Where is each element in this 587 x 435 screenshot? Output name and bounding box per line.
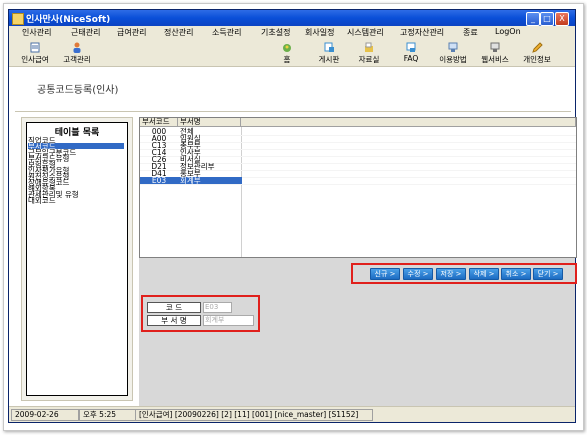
cancel-button[interactable]: 취소 > [501, 268, 531, 280]
toolbar-faq-button[interactable]: FAQ [387, 41, 435, 65]
toolbar-label: 이용방법 [439, 55, 467, 64]
column-header-code[interactable]: 부서코드 [140, 118, 178, 127]
toolbar-customer-button[interactable]: 고객관리 [53, 41, 101, 65]
maximize-button[interactable]: □ [540, 12, 554, 26]
table-row-selected[interactable]: E03 회계부 [140, 177, 576, 185]
toolbar-label: 자료실 [358, 55, 380, 64]
board-icon [324, 42, 334, 52]
menu-hr[interactable]: 인사관리 [22, 27, 51, 38]
window-title: 인사만사(NiceSoft) [26, 15, 111, 25]
status-info: [인사급여] [20090226] [2] [11] [001] [nice_m… [135, 409, 373, 421]
menu-exit[interactable]: 종료 [463, 27, 478, 38]
table-list[interactable]: 테이블 목록 직업코드 부서코드 근무일구분코드 부서코드유형 보험유형 인사평… [26, 122, 128, 396]
list-item[interactable]: 대외코드 [28, 197, 124, 205]
menu-basic-settings[interactable]: 기초설정 [261, 27, 290, 38]
menu-payroll[interactable]: 급여관리 [117, 27, 146, 38]
menu-bar: 인사관리 근태관리 급여관리 정산관리 소득관리 기초설정 회사일정 시스템관리… [9, 26, 575, 39]
pencil-icon [532, 42, 543, 53]
name-label: 부 서 명 [147, 315, 201, 326]
help-icon [448, 42, 458, 52]
toolbar-label: 개인정보 [523, 55, 551, 64]
code-grid[interactable]: 부서코드 부서명 000 전체 A00 임원실 C13 총무부 C14 인사부 C26 비… [139, 117, 577, 258]
cell-name: 회계부 [178, 177, 242, 184]
table-list-panel: 테이블 목록 직업코드 부서코드 근무일구분코드 부서코드유형 보험유형 인사평… [21, 117, 133, 401]
page-title: 공통코드등록(인사) [37, 85, 119, 96]
menu-income[interactable]: 소득관리 [212, 27, 241, 38]
column-header-name[interactable]: 부서명 [178, 118, 241, 127]
title-divider [15, 111, 571, 112]
status-time: 오후 5:25 [79, 409, 137, 421]
delete-button[interactable]: 삭제 > [469, 268, 499, 280]
folder-icon [365, 42, 373, 52]
new-button[interactable]: 신규 > [370, 268, 400, 280]
edit-button[interactable]: 수정 > [403, 268, 433, 280]
close-form-button[interactable]: 닫기 > [533, 268, 563, 280]
edit-form: 코 드 E03 부 서 명 회계부 [141, 295, 260, 332]
menu-schedule[interactable]: 회사일정 [305, 27, 334, 38]
toolbar: 인사급여 고객관리 홈 게시판 자료실 FAQ 이용방법 웹서비스 개인정보 [9, 40, 575, 67]
menu-settlement[interactable]: 정산관리 [164, 27, 193, 38]
menu-fixed-assets[interactable]: 고정자산관리 [400, 27, 444, 38]
menu-system[interactable]: 시스템관리 [347, 27, 384, 38]
status-date: 2009-02-26 [11, 409, 79, 421]
toolbar-label: 고객관리 [63, 55, 91, 64]
faq-icon [406, 42, 416, 52]
toolbar-payroll-button[interactable]: 인사급여 [11, 41, 59, 65]
toolbar-guide-button[interactable]: 이용방법 [429, 41, 477, 65]
person-icon [73, 42, 81, 53]
detail-area: 부서코드 부서명 000 전체 A00 임원실 C13 총무부 C14 인사부 C26 비… [139, 117, 577, 406]
web-icon [490, 42, 500, 52]
toolbar-home-button[interactable]: 홈 [263, 41, 311, 65]
toolbar-label: 홈 [283, 55, 291, 64]
app-window: 인사만사(NiceSoft) _ □ X 인사관리 근태관리 급여관리 정산관리… [8, 9, 577, 423]
minimize-button[interactable]: _ [526, 12, 540, 26]
toolbar-profile-button[interactable]: 개인정보 [513, 41, 561, 65]
close-button[interactable]: X [555, 12, 569, 26]
menu-attendance[interactable]: 근태관리 [71, 27, 100, 38]
toolbar-label: 인사급여 [21, 55, 49, 64]
document-icon [30, 42, 40, 53]
home-icon [283, 44, 291, 52]
toolbar-label: 웹서비스 [481, 55, 509, 64]
save-button[interactable]: 저장 > [436, 268, 466, 280]
toolbar-archive-button[interactable]: 자료실 [345, 41, 393, 65]
code-field[interactable]: E03 [203, 302, 232, 313]
title-bar[interactable]: 인사만사(NiceSoft) _ □ X [9, 10, 575, 26]
content-area: 공통코드등록(인사) 테이블 목록 직업코드 부서코드 근무일구분코드 부서코드… [9, 67, 577, 406]
code-label: 코 드 [147, 302, 201, 313]
status-bar: 2009-02-26 오후 5:25 [인사급여] [20090226] [2]… [9, 406, 575, 422]
menu-logon[interactable]: LogOn [495, 27, 521, 36]
cell-code: E03 [140, 177, 178, 184]
column-header-empty [241, 118, 576, 127]
toolbar-web-service-button[interactable]: 웹서비스 [471, 41, 519, 65]
action-button-bar: 신규 > 수정 > 저장 > 삭제 > 취소 > 닫기 > [351, 263, 577, 284]
app-icon [12, 13, 24, 25]
name-field[interactable]: 회계부 [203, 315, 254, 326]
toolbar-label: FAQ [403, 54, 419, 63]
